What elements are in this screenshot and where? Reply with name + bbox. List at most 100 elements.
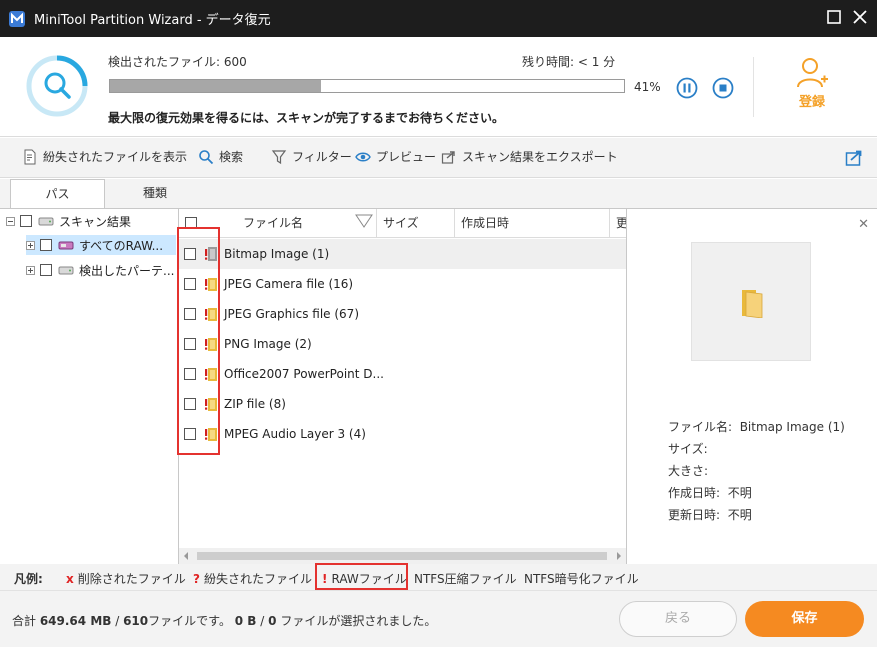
close-preview-icon[interactable]: ✕ <box>858 217 869 232</box>
legend-deleted: x 削除されたファイル <box>66 572 186 586</box>
info-created: 作成日時: 不明 <box>668 486 752 500</box>
file-row[interactable]: JPEG Graphics file (67) <box>179 299 626 329</box>
drive-icon <box>58 266 74 275</box>
title-bar: MiniTool Partition Wizard - データ復元 <box>0 0 877 37</box>
expand-toggle-icon[interactable] <box>26 265 35 275</box>
footer: 合計 649.64 MB / 610ファイルです。 0 B / 0 ファイルが選… <box>0 590 877 647</box>
column-modified[interactable]: 更 <box>610 209 626 238</box>
raw-legend-highlight-box <box>315 563 408 590</box>
deleted-mark-icon: x <box>66 572 74 586</box>
preview-pane: ✕ ファイル名: Bitmap Image (1) サイズ: 大きさ: 作成日時… <box>627 208 877 564</box>
search-button[interactable]: 検索 <box>198 148 243 165</box>
preview-button[interactable]: プレビュー <box>355 148 436 165</box>
show-lost-files-label: 紛失されたファイルを表示 <box>43 150 188 164</box>
register-label: 登録 <box>798 95 825 110</box>
info-modified: 更新日時: 不明 <box>668 508 752 522</box>
file-name: Bitmap Image (1) <box>224 247 330 261</box>
legend-title: 凡例: <box>14 572 43 586</box>
remaining-time: 残り時間: < 1 分 <box>522 55 616 69</box>
found-files-count: 検出されたファイル: 600 <box>108 55 247 69</box>
tree-item-label: スキャン結果 <box>59 214 132 229</box>
checkbox[interactable] <box>40 264 52 276</box>
raw-file-highlight-box <box>177 227 220 455</box>
scan-progress-bar <box>109 79 625 93</box>
file-name: ZIP file (8) <box>224 397 286 411</box>
back-button[interactable]: 戻る <box>619 601 737 637</box>
document-search-icon <box>24 149 36 164</box>
eye-icon <box>355 152 371 161</box>
raw-drive-icon <box>58 241 74 250</box>
file-list-header: ファイル名 サイズ 作成日時 更 <box>179 209 626 238</box>
tree-item-detected-partitions[interactable]: 検出したパーテ... <box>26 260 174 280</box>
export-icon <box>441 150 455 164</box>
horizontal-scrollbar[interactable] <box>179 548 626 564</box>
show-lost-files-button[interactable]: 紛失されたファイルを表示 <box>22 148 187 165</box>
tab-type[interactable]: 種類 <box>105 179 205 208</box>
expand-toggle-icon[interactable] <box>26 240 35 250</box>
file-name: PNG Image (2) <box>224 337 312 351</box>
tree-item-scan-results[interactable]: スキャン結果 <box>6 211 131 231</box>
file-name: JPEG Graphics file (67) <box>224 307 359 321</box>
stop-icon[interactable] <box>712 77 734 99</box>
file-name: MPEG Audio Layer 3 (4) <box>224 427 366 441</box>
search-label: 検索 <box>219 150 244 164</box>
column-created[interactable]: 作成日時 <box>455 209 610 238</box>
search-icon <box>199 149 214 164</box>
filter-icon <box>271 149 287 164</box>
tree-item-all-raw[interactable]: すべてのRAW... <box>26 235 176 255</box>
export-results-label: スキャン結果をエクスポート <box>462 150 618 164</box>
selection-summary: 合計 649.64 MB / 610ファイルです。 0 B / 0 ファイルが選… <box>12 614 437 628</box>
preview-label: プレビュー <box>376 150 437 164</box>
maximize-icon[interactable] <box>825 8 843 26</box>
legend-bar: 凡例: x 削除されたファイル ? 紛失されたファイル ! RAWファイル NTFS圧… <box>0 564 877 590</box>
file-row[interactable]: MPEG Audio Layer 3 (4) <box>179 419 626 449</box>
close-icon[interactable] <box>851 8 869 26</box>
file-list: ファイル名 サイズ 作成日時 更 Bitmap Image (1) JPEG C… <box>178 208 627 564</box>
drive-icon <box>38 217 54 226</box>
window-title: MiniTool Partition Wizard - データ復元 <box>34 13 271 28</box>
info-filename: ファイル名: Bitmap Image (1) <box>668 420 845 434</box>
file-row[interactable]: ZIP file (8) <box>179 389 626 419</box>
scrollbar-thumb[interactable] <box>197 552 607 560</box>
register-button[interactable]: 登録 <box>790 55 834 110</box>
header-divider <box>753 57 754 117</box>
tree-item-label: 検出したパーテ... <box>79 263 175 278</box>
collapse-toggle-icon[interactable] <box>6 216 15 226</box>
user-add-icon <box>797 58 828 88</box>
preview-thumbnail <box>691 242 811 361</box>
scan-hint: 最大限の復元効果を得るには、スキャンが完了するまでお待ちください。 <box>108 111 505 125</box>
scan-result-tree: スキャン結果 すべてのRAW... 検出したパーテ... <box>0 208 178 564</box>
tree-item-label: すべてのRAW... <box>79 238 164 253</box>
folder-icon <box>742 290 763 318</box>
scanning-magnifier-icon <box>26 55 88 117</box>
file-row[interactable]: Office2007 PowerPoint D... <box>179 359 626 389</box>
scroll-left-icon[interactable] <box>182 552 190 560</box>
info-size: サイズ: <box>668 442 708 456</box>
checkbox[interactable] <box>40 239 52 251</box>
file-row[interactable]: PNG Image (2) <box>179 329 626 359</box>
legend-ntfs-encrypted: NTFS暗号化ファイル <box>524 572 639 586</box>
column-size[interactable]: サイズ <box>377 209 455 238</box>
toolbar: 紛失されたファイルを表示 検索 フィルター プレビュー スキャン結果をエクスポー… <box>0 138 877 178</box>
file-name: Office2007 PowerPoint D... <box>224 367 384 381</box>
progress-percent: 41% <box>634 80 661 94</box>
legend-lost: ? 紛失されたファイル <box>193 572 312 586</box>
view-tabs: パス 種類 <box>0 179 877 208</box>
filter-label: フィルター <box>292 150 352 164</box>
scan-progress-fill <box>110 80 321 92</box>
filter-button[interactable]: フィルター <box>271 148 352 165</box>
tab-path[interactable]: パス <box>10 179 105 208</box>
export-results-button[interactable]: スキャン結果をエクスポート <box>441 148 618 165</box>
pause-icon[interactable] <box>676 77 698 99</box>
info-dimensions: 大きさ: <box>668 464 709 478</box>
file-row[interactable]: JPEG Camera file (16) <box>179 269 626 299</box>
share-icon[interactable] <box>845 149 863 167</box>
file-row[interactable]: Bitmap Image (1) <box>179 239 626 269</box>
sort-indicator-icon <box>355 214 373 228</box>
lost-mark-icon: ? <box>193 572 200 586</box>
scroll-right-icon[interactable] <box>615 552 623 560</box>
save-button[interactable]: 保存 <box>745 601 864 637</box>
scan-status-panel: 検出されたファイル: 600 残り時間: < 1 分 41% 最大限の復元効果を… <box>0 37 877 137</box>
legend-ntfs-compressed: NTFS圧縮ファイル <box>414 572 517 586</box>
checkbox[interactable] <box>20 215 32 227</box>
